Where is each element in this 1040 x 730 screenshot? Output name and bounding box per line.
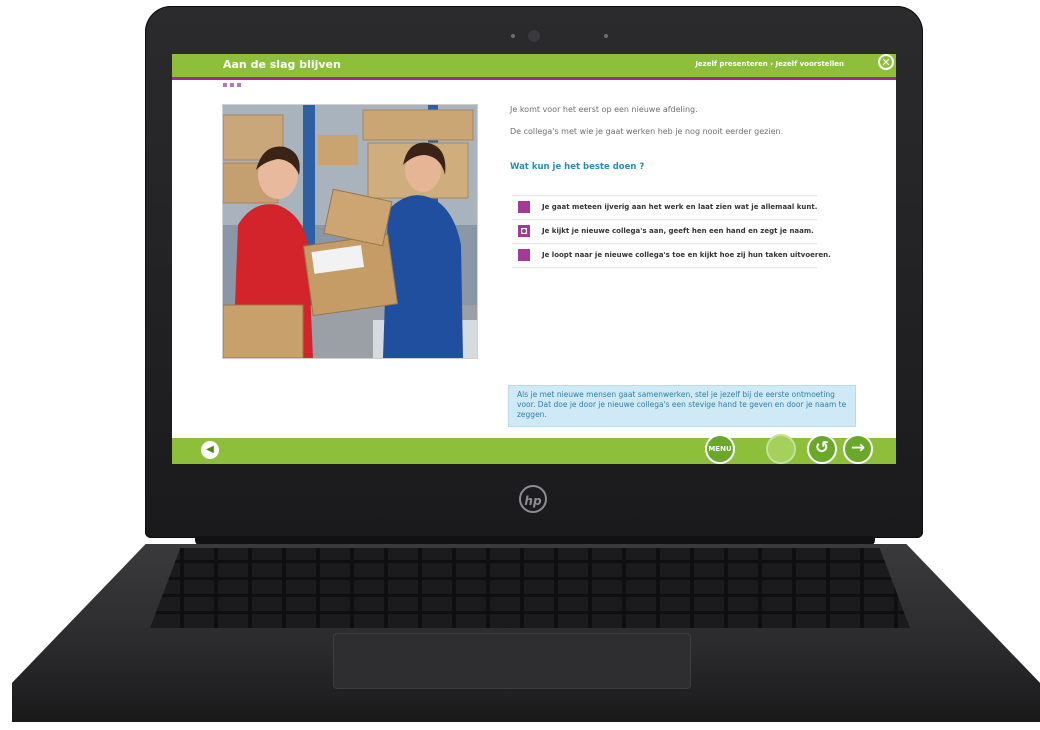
sensor-dot (511, 34, 515, 38)
progress-dot (237, 83, 241, 87)
close-button[interactable]: ✕ (878, 54, 894, 70)
bottom-bar: ◀ MENU ↺ → (172, 434, 896, 464)
progress-dot (223, 83, 227, 87)
next-button[interactable]: → (843, 434, 873, 464)
answer-options: Je gaat meteen ijverig aan het werk en l… (512, 195, 831, 268)
intro-text: De collega's met wie je gaat werken heb … (510, 127, 784, 136)
app-screen: Aan de slag blijven Jezelf presenteren ›… (172, 54, 896, 464)
question-heading: Wat kun je het beste doen ? (510, 162, 645, 172)
sensor-dot (604, 34, 608, 38)
touchpad (333, 633, 691, 689)
keyboard (150, 548, 910, 628)
option-label: Je loopt naar je nieuwe collega's toe en… (542, 251, 831, 259)
progress-indicator (223, 72, 244, 91)
warehouse-photo (222, 104, 478, 359)
option-label: Je kijkt je nieuwe collega's aan, geeft … (542, 227, 814, 235)
progress-dot (230, 83, 234, 87)
course-title: Aan de slag blijven (223, 58, 341, 71)
menu-button[interactable]: MENU (705, 434, 735, 464)
option-checkbox-selected[interactable] (518, 225, 530, 237)
breadcrumb: Jezelf presenteren › Jezelf voorstellen (695, 60, 844, 68)
sound-icon[interactable]: ◀ (201, 441, 219, 459)
hp-logo-icon: hp (519, 485, 547, 513)
answer-option[interactable]: Je gaat meteen ijverig aan het werk en l… (512, 195, 817, 219)
answer-option[interactable]: Je loopt naar je nieuwe collega's toe en… (512, 243, 831, 268)
disabled-nav-button (766, 434, 796, 464)
warehouse-photo-illustration (223, 105, 477, 358)
option-checkbox[interactable] (518, 249, 530, 261)
webcam-icon (528, 30, 540, 42)
intro-text: Je komt voor het eerst op een nieuwe afd… (510, 105, 698, 114)
feedback-box: Als je met nieuwe mensen gaat samenwerke… (508, 385, 856, 427)
option-checkbox[interactable] (518, 201, 530, 213)
option-label: Je gaat meteen ijverig aan het werk en l… (542, 203, 818, 211)
back-button[interactable]: ↺ (807, 434, 837, 464)
top-bar: Aan de slag blijven Jezelf presenteren ›… (172, 54, 896, 87)
answer-option[interactable]: Je kijkt je nieuwe collega's aan, geeft … (512, 219, 817, 243)
